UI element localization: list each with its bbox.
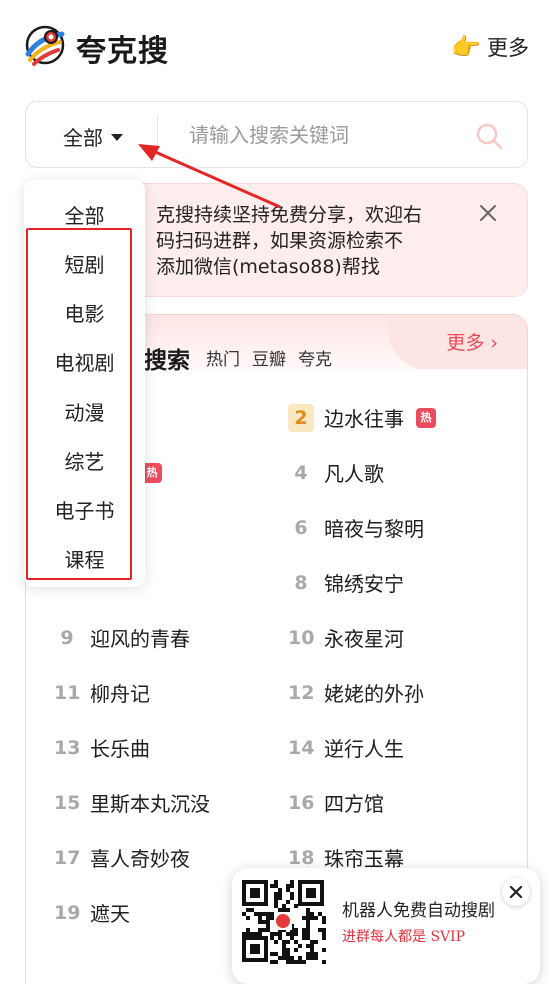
rank-title: 逆行人生 bbox=[324, 737, 404, 761]
rank-title: 长乐曲 bbox=[90, 737, 150, 761]
rank-number: 18 bbox=[288, 846, 315, 869]
rank-item[interactable]: 12 姥姥的外孙 bbox=[288, 678, 424, 707]
top-more-button[interactable]: 👉 更多 bbox=[451, 32, 529, 62]
caret-down-icon bbox=[111, 134, 123, 141]
highlight-box bbox=[26, 228, 132, 580]
rank-number: 13 bbox=[54, 736, 81, 759]
qr-popup-title: 机器人免费自动搜剧 bbox=[342, 901, 495, 921]
dropdown-item[interactable]: 全部 bbox=[24, 200, 145, 229]
rank-number: 9 bbox=[60, 626, 74, 649]
hot-badge: 热 bbox=[416, 407, 436, 428]
rank-title: 里斯本丸沉没 bbox=[90, 792, 210, 816]
hot-more-link[interactable]: 更多 › bbox=[446, 328, 498, 355]
rank-number: 2 bbox=[288, 403, 314, 432]
app-logo-icon[interactable] bbox=[24, 24, 66, 66]
annotation-arrow bbox=[138, 144, 281, 209]
rank-item[interactable]: 6 暗夜与黎明 bbox=[288, 513, 424, 542]
qr-code-icon[interactable] bbox=[238, 876, 328, 966]
scope-select[interactable]: 全部 bbox=[63, 122, 123, 151]
rank-title: 柳舟记 bbox=[90, 682, 150, 706]
top-more-label: 更多 bbox=[487, 36, 529, 60]
rank-number: 16 bbox=[288, 791, 315, 814]
rank-title: 边水往事 bbox=[324, 407, 404, 431]
rank-number: 15 bbox=[54, 791, 81, 814]
rank-item[interactable]: 2 边水往事热 bbox=[288, 403, 436, 432]
rank-title: 姥姥的外孙 bbox=[324, 682, 424, 706]
qr-popup: 机器人免费自动搜剧 进群每人都是 SVIP bbox=[232, 868, 540, 984]
hot-title: 搜索 bbox=[144, 348, 190, 374]
rank-item[interactable]: 4 凡人歌 bbox=[288, 458, 384, 487]
tab-douban[interactable]: 豆瓣 bbox=[252, 345, 286, 370]
hot-tabs: 热门 豆瓣 夸克 bbox=[206, 345, 332, 370]
rank-number: 14 bbox=[288, 736, 315, 759]
close-icon bbox=[509, 885, 523, 899]
rank-item[interactable]: 10 永夜星河 bbox=[288, 623, 404, 652]
rank-item[interactable]: 8 锦绣安宁 bbox=[288, 568, 404, 597]
rank-item[interactable]: 16 四方馆 bbox=[288, 788, 384, 817]
rank-number: 19 bbox=[54, 901, 81, 924]
rank-title: 喜人奇妙夜 bbox=[90, 847, 190, 871]
rank-item[interactable]: 19 遮天 bbox=[54, 898, 130, 927]
rank-number: 6 bbox=[294, 516, 308, 539]
rank-title: 暗夜与黎明 bbox=[324, 517, 424, 541]
rank-title: 四方馆 bbox=[324, 792, 384, 816]
qr-popup-subtitle: 进群每人都是 SVIP bbox=[342, 929, 466, 945]
rank-number: 10 bbox=[288, 626, 315, 649]
rank-number: 12 bbox=[288, 681, 315, 704]
rank-item[interactable]: 9 迎风的青春 bbox=[54, 623, 190, 652]
search-icon[interactable] bbox=[475, 122, 503, 150]
rank-item[interactable]: 17 喜人奇妙夜 bbox=[54, 843, 190, 872]
hot-more-tab: 更多 › bbox=[388, 315, 527, 370]
pointing-hand-icon: 👉 bbox=[451, 33, 481, 61]
close-icon[interactable] bbox=[477, 202, 499, 224]
rank-title: 遮天 bbox=[90, 902, 130, 926]
tab-hot[interactable]: 热门 bbox=[206, 345, 240, 370]
rank-title: 锦绣安宁 bbox=[324, 572, 404, 596]
rank-item[interactable]: 11 柳舟记 bbox=[54, 678, 150, 707]
rank-title: 永夜星河 bbox=[324, 627, 404, 651]
rank-item[interactable]: 13 长乐曲 bbox=[54, 733, 150, 762]
qr-close-button[interactable] bbox=[502, 878, 530, 906]
rank-item[interactable]: 14 逆行人生 bbox=[288, 733, 404, 762]
tab-quark[interactable]: 夸克 bbox=[298, 345, 332, 370]
scope-value: 全部 bbox=[63, 126, 103, 150]
app-title: 夸克搜 bbox=[76, 34, 169, 69]
rank-number: 8 bbox=[294, 571, 308, 594]
rank-title: 迎风的青春 bbox=[90, 627, 190, 651]
header: 夸克搜 👉 更多 bbox=[0, 0, 553, 92]
rank-number: 4 bbox=[294, 461, 308, 484]
rank-number: 17 bbox=[54, 846, 81, 869]
hot-badge: 热 bbox=[142, 462, 162, 483]
rank-title: 凡人歌 bbox=[324, 462, 384, 486]
rank-item[interactable]: 15 里斯本丸沉没 bbox=[54, 788, 210, 817]
rank-number: 11 bbox=[54, 681, 81, 704]
